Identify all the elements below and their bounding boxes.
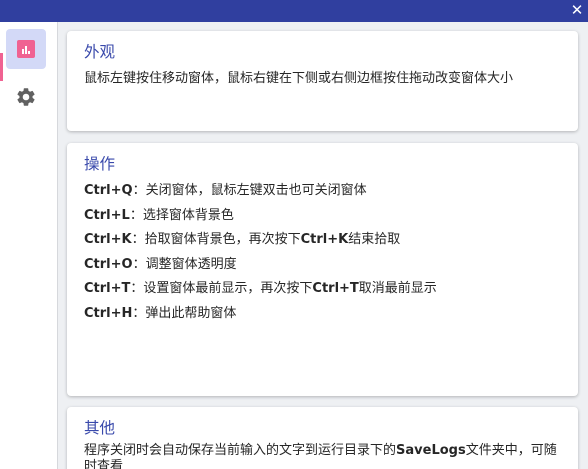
active-indicator [0,53,3,81]
appearance-card: 外观 鼠标左键按住移动窗体，鼠标右键在下侧或右侧边框按住拖动改变窗体大小 [67,31,578,131]
shortcut-desc: ：调整窗体透明度 [132,256,237,272]
shortcut-item: Ctrl+K：拾取窗体背景色，再次按下Ctrl+K结束拾取 [84,230,562,255]
shortcut-desc: 取消最前显示 [358,281,437,297]
bar-chart-icon [17,40,35,58]
sidebar-item-help[interactable] [6,29,46,69]
operations-card: 操作 Ctrl+Q：关闭窗体，鼠标左键双击也可关闭窗体 Ctrl+L：选择窗体背… [67,143,578,396]
shortcut-desc: ：拾取窗体背景色，再次按下 [131,232,301,248]
shortcut-desc: ：弹出此帮助窗体 [132,305,237,321]
shortcut-item: Ctrl+H：弹出此帮助窗体 [84,304,562,329]
shortcut-key: Ctrl+L [84,207,130,223]
shortcut-key: Ctrl+T [84,281,131,297]
close-button[interactable]: ✕ [568,1,586,19]
appearance-text: 鼠标左键按住移动窗体，鼠标右键在下侧或右侧边框按住拖动改变窗体大小 [84,71,514,86]
shortcut-desc: 结束拾取 [348,232,401,248]
operations-title: 操作 [84,155,116,173]
gear-icon [17,88,35,106]
shortcut-desc: ：设置窗体最前显示，再次按下 [130,281,313,297]
other-card: 其他 程序关闭时会自动保存当前输入的文字到运行目录下的SaveLogs文件夹中，… [67,407,578,469]
shortcut-key: Ctrl+K [300,232,349,248]
shortcut-key: Ctrl+T [312,281,359,297]
appearance-title: 外观 [84,43,116,61]
shortcut-item: Ctrl+T：设置窗体最前显示，再次按下Ctrl+T取消最前显示 [84,279,562,304]
shortcut-list: Ctrl+Q：关闭窗体，鼠标左键双击也可关闭窗体 Ctrl+L：选择窗体背景色 … [84,181,562,329]
close-icon: ✕ [570,1,584,19]
shortcut-key: Ctrl+H [84,305,133,321]
shortcut-key: Ctrl+K [84,232,132,248]
shortcut-item: Ctrl+L：选择窗体背景色 [84,206,562,231]
shortcut-key: Ctrl+O [84,256,133,272]
sidebar [0,22,58,469]
shortcut-item: Ctrl+Q：关闭窗体，鼠标左键双击也可关闭窗体 [84,181,562,206]
shortcut-desc: ：关闭窗体，鼠标左键双击也可关闭窗体 [132,183,367,198]
shortcut-item: Ctrl+O：调整窗体透明度 [84,255,562,280]
title-bar[interactable]: ✕ [0,0,588,22]
sidebar-item-settings[interactable] [6,77,46,117]
other-text: 程序关闭时会自动保存当前输入的文字到运行目录下的SaveLogs文件夹中，可随时… [84,443,557,469]
main-content[interactable]: 外观 鼠标左键按住移动窗体，鼠标右键在下侧或右侧边框按住拖动改变窗体大小 操作 … [58,22,588,469]
shortcut-desc: ：选择窗体背景色 [129,207,234,223]
shortcut-key: Ctrl+Q [84,183,133,198]
other-title: 其他 [84,419,116,437]
